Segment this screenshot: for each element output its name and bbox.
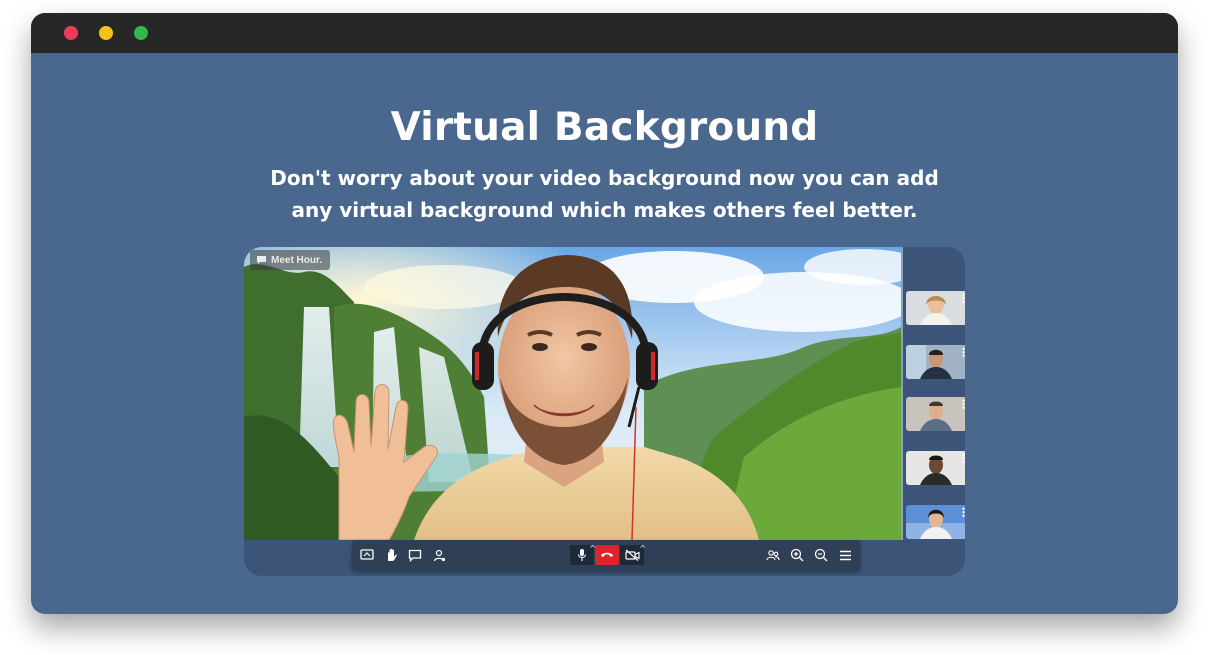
subtitle-line-2: any virtual background which makes other… [291,198,918,222]
zoom-in-button[interactable] [786,545,808,565]
subtitle-line-1: Don't worry about your video background … [270,166,939,190]
zoom-in-icon [790,548,804,562]
tile-view-button[interactable] [762,545,784,565]
participant-video-3 [906,397,965,431]
maximize-window-button[interactable] [134,26,148,40]
window-titlebar [31,13,1178,53]
more-menu-button[interactable] [834,545,856,565]
participant-tile-1[interactable] [906,291,965,325]
participant-video-1 [906,291,965,325]
screen-share-button[interactable] [356,545,378,565]
camera-off-icon [624,549,640,561]
chat-button[interactable] [404,545,426,565]
tile-menu-icon[interactable] [962,507,965,517]
tile-menu-icon[interactable] [962,399,965,409]
participant-video-5 [906,505,965,539]
page-title: Virtual Background [390,105,819,150]
zoom-out-button[interactable] [810,545,832,565]
close-window-button[interactable] [64,26,78,40]
hero-section: Virtual Background Don't worry about you… [31,53,1178,614]
tile-menu-icon[interactable] [962,347,965,357]
participant-tile-5[interactable] [906,505,965,539]
tile-menu-icon[interactable] [962,453,965,463]
microphone-icon [577,549,587,561]
main-video[interactable]: Meet Hour. [244,247,901,540]
app-window: Virtual Background Don't worry about you… [31,13,1178,614]
tile-menu-icon[interactable] [962,293,965,303]
camera-options-icon[interactable]: ^ [639,544,646,553]
participant-video-4 [906,451,965,485]
more-menu-icon [839,550,851,560]
raise-hand-icon [387,548,397,561]
page-subtitle: Don't worry about your video background … [31,162,1178,226]
minimize-window-button[interactable] [99,26,113,40]
tile-view-icon [766,550,780,561]
microphone-button[interactable]: ^ [570,544,596,565]
participant-tile-2[interactable] [906,345,965,379]
participant-tile-3[interactable] [906,397,965,431]
participants-button[interactable] [428,545,450,565]
zoom-out-icon [814,548,828,562]
chat-bubble-icon [257,256,266,264]
camera-button[interactable]: ^ [620,544,646,565]
brand-badge: Meet Hour. [250,250,331,270]
participant-filmstrip [901,247,965,540]
chat-icon [408,549,422,562]
meeting-preview: Meet Hour. ^ ^ [244,247,965,576]
raise-hand-button[interactable] [380,545,402,565]
brand-label: Meet Hour. [271,254,323,266]
virtual-background-video [244,247,901,540]
hangup-button[interactable] [595,545,619,565]
participants-icon [433,549,445,561]
participant-video-2 [906,345,965,379]
screen-share-icon [360,549,374,560]
hangup-icon [601,552,613,557]
participant-tile-4[interactable] [906,451,965,485]
meeting-toolbar: ^ ^ [352,540,860,570]
